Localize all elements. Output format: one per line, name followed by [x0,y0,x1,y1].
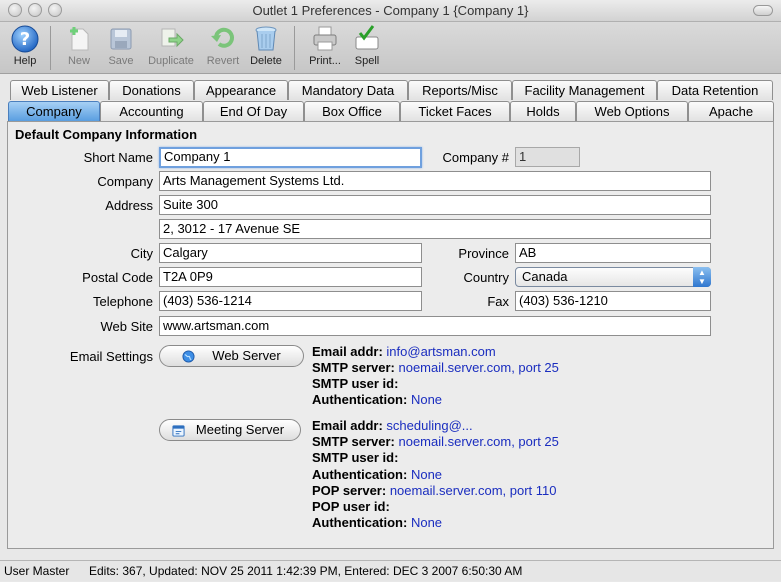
save-icon [110,28,132,50]
postal-code-label: Postal Code [82,270,153,285]
tab-ticket-faces[interactable]: Ticket Faces [400,101,510,121]
duplicate-icon [161,28,184,48]
help-button[interactable]: ? Help [0,24,50,67]
svg-text:?: ? [20,29,30,50]
trash-icon [255,26,277,51]
country-label: Country [463,270,509,285]
meeting-smtp-server: SMTP server: noemail.server.com, port 25 [312,434,559,449]
tab-data-retention[interactable]: Data Retention [657,80,773,100]
meeting-authentication: Authentication: None [312,467,443,482]
web-authentication: Authentication: None [312,392,443,407]
tab-box-office[interactable]: Box Office [304,101,400,121]
spell-label: Spell [354,55,380,67]
title-bar: Outlet 1 Preferences - Company 1 {Compan… [0,0,781,22]
help-label: Help [13,55,37,67]
tab-web-listener[interactable]: Web Listener [10,80,109,100]
tab-apache[interactable]: Apache [688,101,774,121]
tab-reports-misc[interactable]: Reports/Misc [408,80,512,100]
web-server-button[interactable]: Web Server [159,345,304,367]
status-bar: User Master Edits: 367, Updated: NOV 25 … [0,560,781,581]
save-button[interactable]: Save [96,24,146,67]
tab-holds[interactable]: Holds [510,101,576,121]
tab-facility-management[interactable]: Facility Management [512,80,657,100]
toolbar-separator [294,26,295,70]
country-select-value: Canada [522,269,568,284]
meeting-smtp-user: SMTP user id: [312,450,399,465]
tab-mandatory-data[interactable]: Mandatory Data [288,80,408,100]
tab-accounting[interactable]: Accounting [100,101,203,121]
save-label: Save [108,55,134,67]
postal-code-input[interactable]: T2A 0P9 [159,267,422,287]
meeting-pop-user: POP user id: [312,499,390,514]
status-edit-info: Edits: 367, Updated: NOV 25 2011 1:42:39… [89,564,523,578]
telephone-label: Telephone [93,294,153,309]
spell-button[interactable]: Spell [342,24,392,67]
tab-end-of-day[interactable]: End Of Day [203,101,304,121]
meeting-pop-server: POP server: noemail.server.com, port 110 [312,483,557,498]
toolbar-separator [50,26,51,70]
city-label: City [130,246,153,261]
company-label: Company [97,174,153,189]
section-title: Default Company Information [15,127,198,142]
tab-appearance[interactable]: Appearance [194,80,288,100]
tab-web-options[interactable]: Web Options [576,101,688,121]
company-name-input[interactable]: Arts Management Systems Ltd. [159,171,711,191]
toolbar: ? Help New Save Duplicate Revert Delete … [0,22,781,74]
email-settings-label: Email Settings [69,349,153,364]
web-smtp-user: SMTP user id: [312,376,399,391]
delete-button[interactable]: Delete [241,24,291,67]
fax-label: Fax [487,294,509,309]
duplicate-label: Duplicate [148,55,194,67]
web-smtp-server: SMTP server: noemail.server.com, port 25 [312,360,559,375]
company-number-label: Company # [442,150,509,165]
website-input[interactable]: www.artsman.com [159,316,711,336]
window-title: Outlet 1 Preferences - Company 1 {Compan… [252,3,529,18]
meeting-server-button[interactable]: Meeting Server [159,419,301,441]
web-email-addr: Email addr: info@artsman.com [312,344,496,359]
help-icon: ? [11,25,39,53]
status-user: User Master [4,564,70,578]
delete-label: Delete [250,55,282,67]
select-arrows-icon: ▲ ▼ [693,267,711,287]
province-input[interactable]: AB [515,243,711,263]
tab-donations[interactable]: Donations [109,80,194,100]
spellcheck-icon [355,25,379,50]
meeting-email-addr: Email addr: scheduling@... [312,418,473,433]
address-line1-input[interactable]: Suite 300 [159,195,711,215]
city-input[interactable]: Calgary [159,243,422,263]
tab-company[interactable]: Company [8,101,100,121]
company-number-field: 1 [515,147,580,167]
new-document-icon [70,27,89,51]
province-label: Province [458,246,509,261]
revert-icon [211,27,234,48]
address-label: Address [105,198,153,213]
short-name-input[interactable]: Company 1 [159,147,422,168]
website-label: Web Site [100,319,153,334]
address-line2-input[interactable]: 2, 3012 - 17 Avenue SE [159,219,711,239]
country-select[interactable]: Canada ▲ ▼ [515,267,711,287]
short-name-label: Short Name [83,150,153,165]
printer-icon [313,26,337,51]
meeting-server-button-label: Meeting Server [195,422,285,437]
toolbar-toggle-button[interactable] [753,5,773,16]
meeting-pop-authentication: Authentication: None [312,515,443,530]
telephone-input[interactable]: (403) 536-1214 [159,291,422,311]
web-server-button-label: Web Server [212,348,281,363]
duplicate-button[interactable]: Duplicate [146,24,196,67]
fax-input[interactable]: (403) 536-1210 [515,291,711,311]
